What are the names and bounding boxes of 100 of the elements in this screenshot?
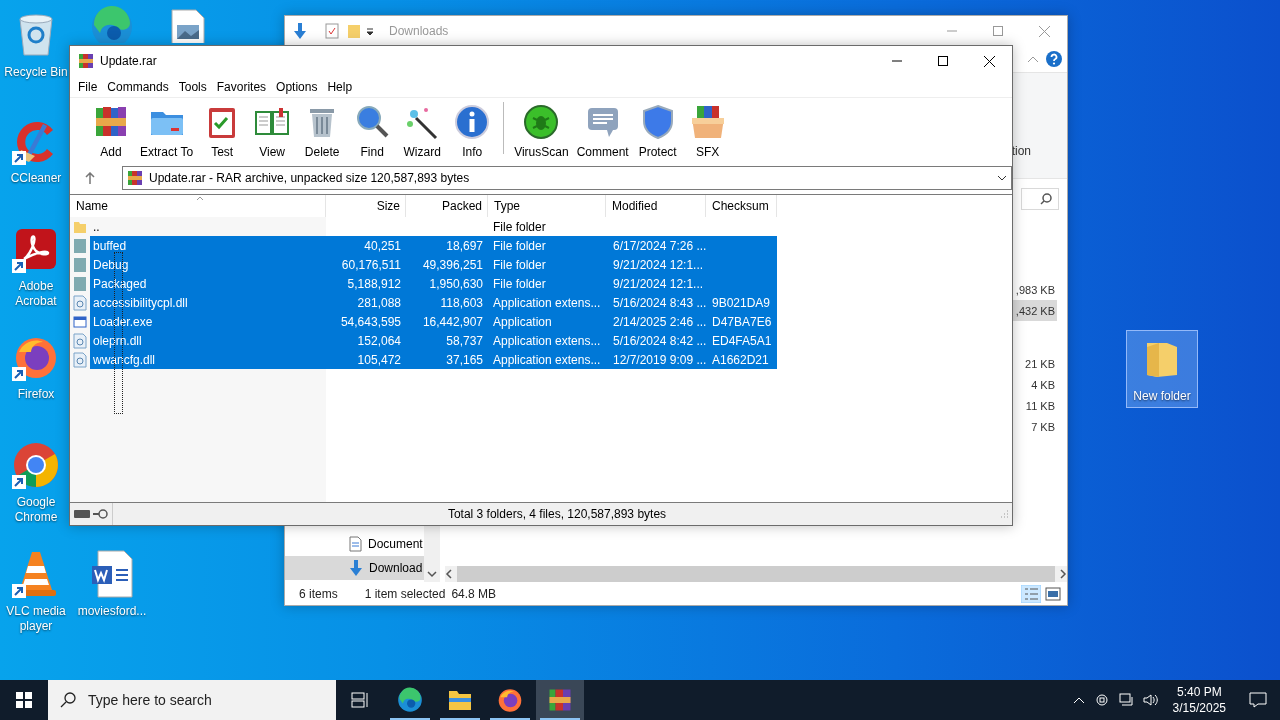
dll-file-icon [73, 332, 87, 349]
scroll-right-icon [1059, 569, 1067, 579]
toolbar-button[interactable]: Add [86, 102, 136, 161]
details-view-icon[interactable] [1021, 584, 1041, 603]
key-icon [92, 509, 108, 519]
file-row[interactable]: accessibilitycpl.dll 281,088 118,603 Application extens... 5/16/2024 8:43 ... 9B021DA9 [90, 293, 777, 312]
table-cell-text: 5/16/2024 8:43 ... [612, 295, 706, 310]
menu-item[interactable]: Options [271, 79, 323, 94]
table-cell-text: D47BA7E6 [711, 314, 773, 329]
file-row[interactable]: Packaged 5,188,912 1,950,630 File folder 9/21/2024 12:1... [90, 274, 777, 293]
table-cell-text: 18,697 [445, 238, 484, 253]
toolbar-button[interactable]: Test [197, 102, 248, 161]
table-cell-text: 6/17/2024 7:26 ... [612, 238, 706, 253]
file-name: .. [92, 219, 101, 234]
archive-icon [78, 53, 94, 69]
file-row[interactable]: Debug 60,176,511 49,396,251 File folder 9/21/2024 12:1... [90, 255, 777, 274]
ribbon-label[interactable]: tion [1011, 144, 1031, 158]
close-icon [1038, 25, 1050, 37]
table-cell-text: A1662D21 [711, 352, 770, 367]
help-icon[interactable] [1045, 50, 1063, 68]
nav-item[interactable]: Download [285, 556, 424, 580]
clock[interactable]: 5:40 PM 3/15/2025 [1172, 684, 1226, 716]
edge-icon [90, 5, 134, 43]
table-cell-text: 118,603 [439, 295, 484, 310]
path-field[interactable]: Update.rar - RAR archive, unpacked size 120,587,893 bytes [122, 166, 1012, 190]
file-size-cell-text: ,983 KB [1014, 282, 1056, 298]
toolbar-button[interactable]: VirusScan [510, 102, 573, 161]
collapse-ribbon-icon[interactable] [1027, 55, 1039, 63]
table-cell-text: 60,176,511 [340, 257, 402, 272]
down-arrow-icon [349, 560, 363, 576]
up-arrow-icon [85, 172, 95, 184]
network-icon[interactable] [1118, 693, 1135, 707]
recycle-bin-icon [16, 13, 56, 57]
toolbar-button[interactable]: Comment [572, 102, 633, 161]
taskbar-app[interactable] [536, 680, 584, 720]
item-count: 6 items [299, 586, 338, 601]
desktop-icon[interactable]: New folder [1126, 330, 1198, 408]
table-cell-text: File folder [492, 219, 547, 234]
large-icons-view-icon[interactable] [1045, 586, 1061, 601]
scroll-down-icon [427, 571, 437, 578]
column-header[interactable]: Type [488, 195, 606, 217]
folder-icon [347, 23, 361, 39]
column-header[interactable]: Modified [606, 195, 706, 217]
resize-grip-icon[interactable] [1001, 510, 1009, 518]
column-header[interactable]: Size [326, 195, 406, 217]
column-header[interactable]: Checksum [706, 195, 777, 217]
chevron-up-icon[interactable] [1072, 696, 1085, 704]
file-row[interactable]: .. File folder [90, 217, 777, 236]
nav-item[interactable]: Document [285, 532, 424, 556]
menu-item[interactable]: Tools [173, 79, 212, 94]
toolbar-button[interactable]: Extract To [136, 102, 198, 161]
task-view-icon [351, 692, 369, 708]
table-cell-text: 49,396,251 [421, 257, 484, 272]
menu-item[interactable]: Help [322, 79, 358, 94]
scroll-left-icon [445, 569, 453, 579]
file-row[interactable]: buffed 40,251 18,697 File folder 6/17/2024 7:26 ... [90, 236, 777, 255]
search-icon [60, 692, 76, 708]
dropdown-icon [997, 175, 1007, 181]
folder-icon [448, 689, 472, 711]
toolbar-button[interactable]: Delete [297, 102, 348, 161]
table-cell-text: File folder [492, 276, 547, 291]
toolbar-button[interactable]: Wizard [397, 102, 448, 161]
volume-icon[interactable] [1142, 693, 1159, 707]
file-row[interactable]: wwancfg.dll 105,472 37,165 Application extens... 12/7/2019 9:09 ... A1662D21 [90, 350, 777, 369]
search-icon [1040, 193, 1052, 205]
search-field[interactable] [1021, 188, 1059, 210]
dll-file-icon [73, 351, 87, 368]
menu-item[interactable]: Favorites [211, 79, 272, 94]
taskbar-search-box[interactable]: Type here to search [48, 680, 336, 720]
toolbar-button[interactable]: View [247, 102, 298, 161]
table-cell-text: File folder [492, 257, 547, 272]
file-row[interactable]: oleprn.dll 152,064 58,737 Application extens... 5/16/2024 8:42 ... ED4FA5A1 [90, 331, 777, 350]
table-cell-text: 1,950,630 [428, 276, 484, 291]
folder-icon [73, 275, 87, 292]
toolbar-button[interactable]: SFX [682, 102, 733, 161]
camera-icon[interactable] [1095, 693, 1110, 707]
menu-item[interactable]: Commands [102, 79, 174, 94]
magnifier-icon [354, 104, 391, 140]
table-cell-text: 37,165 [445, 352, 484, 367]
bug-icon [523, 104, 560, 140]
table-cell-text: 9B021DA9 [711, 295, 772, 310]
column-header[interactable]: Name [70, 195, 326, 217]
search-input[interactable]: Type here to search [86, 691, 320, 709]
dropdown-icon [365, 26, 375, 36]
file-row[interactable]: Loader.exe 54,643,595 16,442,907 Application 2/14/2025 2:46 ... D47BA7E6 [90, 312, 777, 331]
toolbar-button[interactable]: Find [347, 102, 398, 161]
file-name: Debug [92, 257, 130, 272]
firefox-icon [497, 687, 523, 713]
document-icon [349, 536, 362, 552]
file-size-cell-text: 11 KB [1024, 398, 1056, 414]
toolbar-button[interactable]: Info [447, 102, 498, 161]
table-cell-text: 54,643,595 [339, 314, 402, 329]
scrollbar[interactable] [424, 526, 440, 582]
menu-item[interactable]: File [73, 79, 103, 94]
table-cell-text: 152,064 [356, 333, 402, 348]
file-name: accessibilitycpl.dll [92, 295, 189, 310]
notification-icon [1249, 692, 1267, 708]
edge-icon [397, 687, 423, 713]
toolbar-button[interactable]: Protect [632, 102, 683, 161]
column-header[interactable]: Packed [406, 195, 488, 217]
